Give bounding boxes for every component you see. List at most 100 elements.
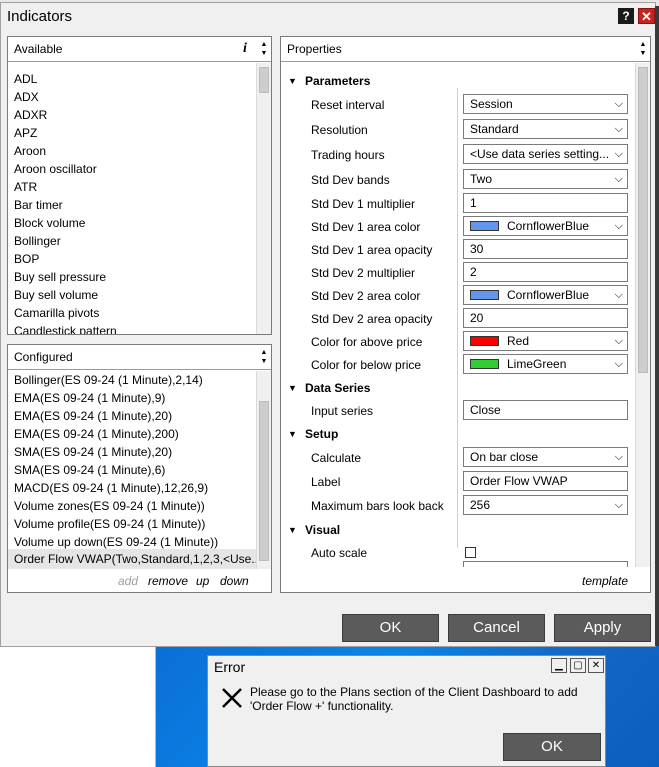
list-item[interactable]: EMA(ES 09-24 (1 Minute),9): [14, 391, 165, 405]
select-value: LimeGreen: [507, 357, 567, 371]
property-label: Reset interval: [311, 98, 385, 112]
property-label: Label: [311, 475, 341, 489]
list-item[interactable]: EMA(ES 09-24 (1 Minute),200): [14, 427, 179, 441]
close-button[interactable]: ✕: [638, 8, 655, 24]
info-icon[interactable]: i: [243, 41, 247, 57]
list-item[interactable]: Aroon: [14, 144, 46, 158]
selected-list-item[interactable]: Order Flow VWAP(Two,Standard,1,2,3,<Use.…: [8, 549, 256, 569]
color-above-select[interactable]: Red ⌵: [463, 331, 628, 351]
label-input[interactable]: Order Flow VWAP: [463, 471, 628, 491]
std-dev-1-opacity-input[interactable]: 30: [463, 239, 628, 259]
trading-hours-select[interactable]: <Use data series setting... ⌵: [463, 144, 628, 164]
std-dev-1-color-select[interactable]: CornflowerBlue ⌵: [463, 216, 628, 236]
list-item[interactable]: Buy sell pressure: [14, 270, 106, 284]
list-item[interactable]: EMA(ES 09-24 (1 Minute),20): [14, 409, 172, 423]
list-item[interactable]: Candlestick pattern: [14, 324, 117, 334]
configured-scrollbar[interactable]: [256, 371, 271, 569]
list-item[interactable]: ATR: [14, 180, 37, 194]
list-item[interactable]: MACD(ES 09-24 (1 Minute),12,26,9): [14, 481, 208, 495]
list-item[interactable]: ADXR: [14, 108, 47, 122]
std-dev-2-opacity-input[interactable]: 20: [463, 308, 628, 328]
select-value: Session: [470, 97, 513, 111]
select-value: On bar close: [470, 450, 539, 464]
calculate-select[interactable]: On bar close ⌵: [463, 447, 628, 467]
resolution-select[interactable]: Standard ⌵: [463, 119, 628, 139]
list-item[interactable]: Camarilla pivots: [14, 306, 99, 320]
property-label: Maximum bars look back: [311, 499, 444, 513]
list-item[interactable]: ADX: [14, 90, 39, 104]
list-item[interactable]: BOP: [14, 252, 39, 266]
properties-title: Properties: [287, 42, 342, 56]
collapse-icon[interactable]: ▼: [288, 383, 297, 393]
sort-down-icon[interactable]: ▼: [258, 50, 270, 58]
std-dev-2-color-select[interactable]: CornflowerBlue ⌵: [463, 285, 628, 305]
list-item[interactable]: Bollinger(ES 09-24 (1 Minute),2,14): [14, 373, 203, 387]
list-item[interactable]: SMA(ES 09-24 (1 Minute),20): [14, 445, 172, 459]
input-series-field[interactable]: Close: [463, 400, 628, 420]
scrollbar-thumb[interactable]: [638, 67, 648, 373]
available-scrollbar[interactable]: [256, 63, 271, 334]
list-item[interactable]: Volume up down(ES 09-24 (1 Minute)): [14, 535, 218, 549]
property-label: Input series: [311, 404, 374, 418]
chevron-down-icon: ⌵: [614, 98, 623, 110]
template-link[interactable]: template: [582, 574, 628, 588]
error-ok-button[interactable]: OK: [503, 733, 601, 761]
color-swatch: [470, 335, 499, 346]
sort-up-icon[interactable]: ▲: [258, 41, 270, 49]
remove-link[interactable]: remove: [148, 574, 188, 588]
auto-scale-checkbox[interactable]: [465, 547, 476, 558]
max-bars-select[interactable]: 256 ⌵: [463, 495, 628, 515]
scrollbar-thumb[interactable]: [259, 401, 269, 561]
color-swatch: [470, 220, 499, 231]
ok-button[interactable]: OK: [342, 614, 439, 642]
dialog-title: Indicators: [7, 8, 73, 25]
sort-up-icon[interactable]: ▲: [258, 349, 270, 357]
chevron-down-icon: ⌵: [614, 148, 623, 160]
list-item[interactable]: Volume zones(ES 09-24 (1 Minute)): [14, 499, 205, 513]
configured-panel: Configured ▲ ▼ Bollinger(ES 09-24 (1 Min…: [7, 344, 272, 593]
minimize-icon[interactable]: ▁: [551, 658, 567, 673]
apply-button[interactable]: Apply: [554, 614, 651, 642]
chevron-down-icon: ⌵: [614, 358, 623, 370]
collapse-icon[interactable]: ▼: [288, 525, 297, 535]
collapse-icon[interactable]: ▼: [288, 429, 297, 439]
list-item[interactable]: Block volume: [14, 216, 85, 230]
color-below-select[interactable]: LimeGreen ⌵: [463, 354, 628, 374]
list-item[interactable]: ADL: [14, 72, 37, 86]
std-dev-2-multiplier-input[interactable]: 2: [463, 262, 628, 282]
help-button[interactable]: ?: [618, 8, 634, 24]
add-link[interactable]: add: [118, 574, 138, 588]
list-item[interactable]: Aroon oscillator: [14, 162, 97, 176]
error-message-line-2: 'Order Flow +' functionality.: [250, 699, 394, 713]
close-icon[interactable]: ✕: [588, 658, 604, 673]
reset-interval-select[interactable]: Session ⌵: [463, 94, 628, 114]
error-x-icon: [220, 686, 244, 710]
maximize-icon[interactable]: ▢: [570, 658, 586, 673]
sort-up-icon[interactable]: ▲: [637, 41, 649, 49]
up-link[interactable]: up: [196, 574, 209, 588]
list-item[interactable]: Bollinger: [14, 234, 61, 248]
sort-down-icon[interactable]: ▼: [258, 358, 270, 366]
properties-header: Properties ▲ ▼: [281, 37, 650, 62]
list-item[interactable]: Volume profile(ES 09-24 (1 Minute)): [14, 517, 205, 531]
property-grid: ▼ Parameters Reset interval Session ⌵ Res…: [281, 63, 635, 567]
configured-header: Configured ▲ ▼: [8, 345, 271, 370]
down-link[interactable]: down: [220, 574, 249, 588]
list-item[interactable]: Bar timer: [14, 198, 63, 212]
scrollbar-thumb[interactable]: [259, 67, 269, 93]
list-item[interactable]: Buy sell volume: [14, 288, 98, 302]
cancel-button[interactable]: Cancel: [448, 614, 545, 642]
configured-list: Bollinger(ES 09-24 (1 Minute),2,14) EMA(…: [8, 371, 256, 569]
property-label: Std Dev 2 multiplier: [311, 266, 416, 280]
std-dev-1-multiplier-input[interactable]: 1: [463, 193, 628, 213]
background-window-edge: [655, 6, 659, 646]
sort-down-icon[interactable]: ▼: [637, 50, 649, 58]
chevron-down-icon: ⌵: [614, 123, 623, 135]
properties-scrollbar[interactable]: [635, 63, 650, 567]
list-item[interactable]: SMA(ES 09-24 (1 Minute),6): [14, 463, 165, 477]
list-item[interactable]: APZ: [14, 126, 37, 140]
category-parameters: Parameters: [305, 74, 371, 88]
std-dev-bands-select[interactable]: Two ⌵: [463, 169, 628, 189]
chevron-down-icon: ⌵: [614, 499, 623, 511]
collapse-icon[interactable]: ▼: [288, 76, 297, 86]
